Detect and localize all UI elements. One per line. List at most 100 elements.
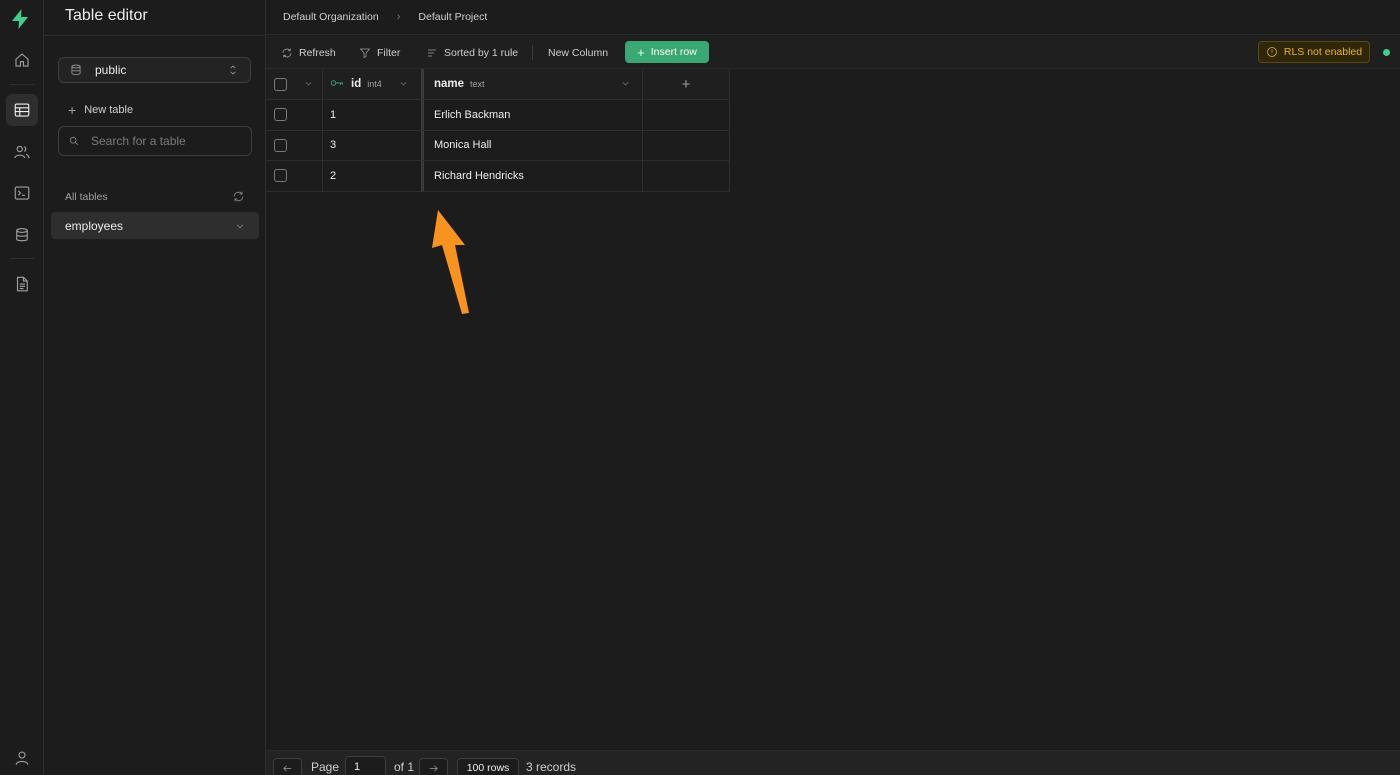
refresh-label: Refresh: [299, 47, 336, 59]
records-count: 3 records: [526, 760, 577, 774]
grid-toolbar: Refresh Filter Sorted by 1 rule New Colu…: [266, 36, 1400, 69]
connection-status-dot: [1383, 49, 1390, 56]
breadcrumb-project[interactable]: Default Project: [418, 11, 487, 23]
cell-id[interactable]: 3: [323, 130, 424, 160]
docs-icon[interactable]: [6, 268, 38, 300]
table-row[interactable]: 1 Erlich Backman: [266, 100, 730, 131]
icon-rail: [0, 0, 44, 775]
sort-lines-icon: [428, 49, 436, 57]
row-checkbox[interactable]: [274, 138, 287, 152]
sidebar-item-employees[interactable]: employees: [51, 212, 259, 239]
new-table-button[interactable]: + New table: [68, 101, 133, 119]
column-header-name[interactable]: name text: [424, 69, 643, 99]
table-search-input[interactable]: [91, 134, 241, 148]
column-type-id: int4: [367, 79, 382, 89]
sort-label: Sorted by 1 rule: [444, 47, 519, 59]
new-column-button[interactable]: New Column: [548, 44, 608, 62]
plus-icon: +: [68, 102, 77, 118]
app: Table editor public + New table All tabl…: [0, 0, 1400, 775]
add-column-button[interactable]: +: [643, 69, 730, 99]
all-tables-header: All tables: [65, 190, 245, 203]
select-all-cell: [266, 69, 323, 99]
cell-name[interactable]: Richard Hendricks: [424, 161, 643, 191]
chevron-down-icon[interactable]: [621, 77, 630, 91]
chevron-down-icon[interactable]: [235, 221, 245, 231]
column-header-id[interactable]: id int4: [323, 69, 424, 99]
rls-status-badge[interactable]: RLS not enabled: [1258, 41, 1370, 63]
sidebar-title-divider: [44, 35, 266, 36]
cell-name[interactable]: Erlich Backman: [424, 100, 643, 130]
rail-divider: [10, 258, 34, 259]
row-select-cell: [266, 130, 323, 160]
home-icon[interactable]: [6, 44, 38, 76]
row-select-cell: [266, 161, 323, 191]
cell-name-value: Richard Hendricks: [434, 169, 524, 182]
auth-users-icon[interactable]: [6, 136, 38, 168]
database-icon: [71, 64, 81, 75]
table-sidebar: Table editor public + New table All tabl…: [44, 0, 266, 775]
table-row[interactable]: 2 Richard Hendricks: [266, 161, 730, 192]
next-page-button[interactable]: [419, 758, 448, 775]
arrow-right-icon: [429, 765, 438, 771]
chevron-up-down-icon: [230, 65, 236, 75]
refresh-button[interactable]: Refresh: [281, 44, 336, 62]
rls-status-label: RLS not enabled: [1283, 46, 1363, 58]
select-all-checkbox[interactable]: [274, 77, 287, 91]
cell-name[interactable]: Monica Hall: [424, 130, 643, 160]
schema-select-value: public: [95, 63, 127, 77]
prev-page-button[interactable]: [273, 758, 302, 775]
insert-row-label: Insert row: [650, 46, 697, 58]
table-editor-icon[interactable]: [6, 94, 38, 126]
grid-header-row: id int4 name text +: [266, 69, 730, 100]
supabase-logo-icon[interactable]: [8, 7, 32, 31]
pagination-footer: Page of 1 100 rows 3 records: [266, 750, 1400, 775]
cell-id-value: 1: [330, 108, 337, 121]
arrow-left-icon: [283, 765, 292, 771]
row-checkbox[interactable]: [274, 108, 287, 122]
page-number-input[interactable]: [345, 756, 386, 775]
warning-circle-icon: [1267, 47, 1277, 57]
table-item-label: employees: [65, 218, 124, 233]
row-checkbox[interactable]: [274, 169, 287, 183]
primary-key-icon: [330, 77, 344, 91]
sql-editor-icon[interactable]: [6, 177, 38, 209]
new-column-label: New Column: [548, 47, 609, 59]
database-icon[interactable]: [6, 219, 38, 251]
insert-row-button[interactable]: + Insert row: [625, 41, 709, 63]
all-tables-label: All tables: [65, 190, 108, 203]
breadcrumb-separator: ›: [396, 11, 401, 23]
chevron-down-icon[interactable]: [304, 77, 313, 91]
cell-empty: [643, 130, 730, 160]
column-name-name: name: [434, 78, 465, 90]
table-search[interactable]: [58, 126, 252, 156]
breadcrumb-organization[interactable]: Default Organization: [283, 11, 379, 23]
plus-icon: +: [637, 44, 645, 60]
page-count-label: of 1: [394, 760, 415, 774]
filter-label: Filter: [377, 47, 401, 59]
sidebar-title: Table editor: [65, 7, 148, 24]
table-row[interactable]: 3 Monica Hall: [266, 130, 730, 161]
chevron-down-icon[interactable]: [399, 77, 408, 91]
sort-button[interactable]: Sorted by 1 rule: [426, 44, 518, 62]
rows-per-page-select[interactable]: 100 rows: [457, 758, 519, 775]
cell-id[interactable]: 2: [323, 161, 424, 191]
rail-divider: [10, 84, 34, 85]
page-label: Page: [311, 760, 340, 774]
toolbar-divider: [532, 45, 533, 60]
search-icon: [69, 136, 78, 145]
main-panel: Default Organization › Default Project R…: [266, 0, 1400, 775]
cell-id[interactable]: 1: [323, 100, 424, 130]
column-name-id: id: [351, 78, 362, 90]
refresh-icon[interactable]: [232, 190, 245, 203]
user-icon[interactable]: [6, 742, 38, 774]
column-type-name: text: [470, 79, 485, 89]
schema-select[interactable]: public: [58, 57, 251, 83]
cell-name-value: Erlich Backman: [434, 108, 511, 121]
plus-icon: +: [681, 75, 691, 93]
cell-empty: [643, 100, 730, 130]
cell-id-value: 2: [330, 169, 337, 182]
new-table-label: New table: [84, 104, 134, 116]
filter-button[interactable]: Filter: [359, 44, 400, 62]
cell-name-value: Monica Hall: [434, 139, 492, 152]
refresh-icon: [282, 48, 292, 58]
